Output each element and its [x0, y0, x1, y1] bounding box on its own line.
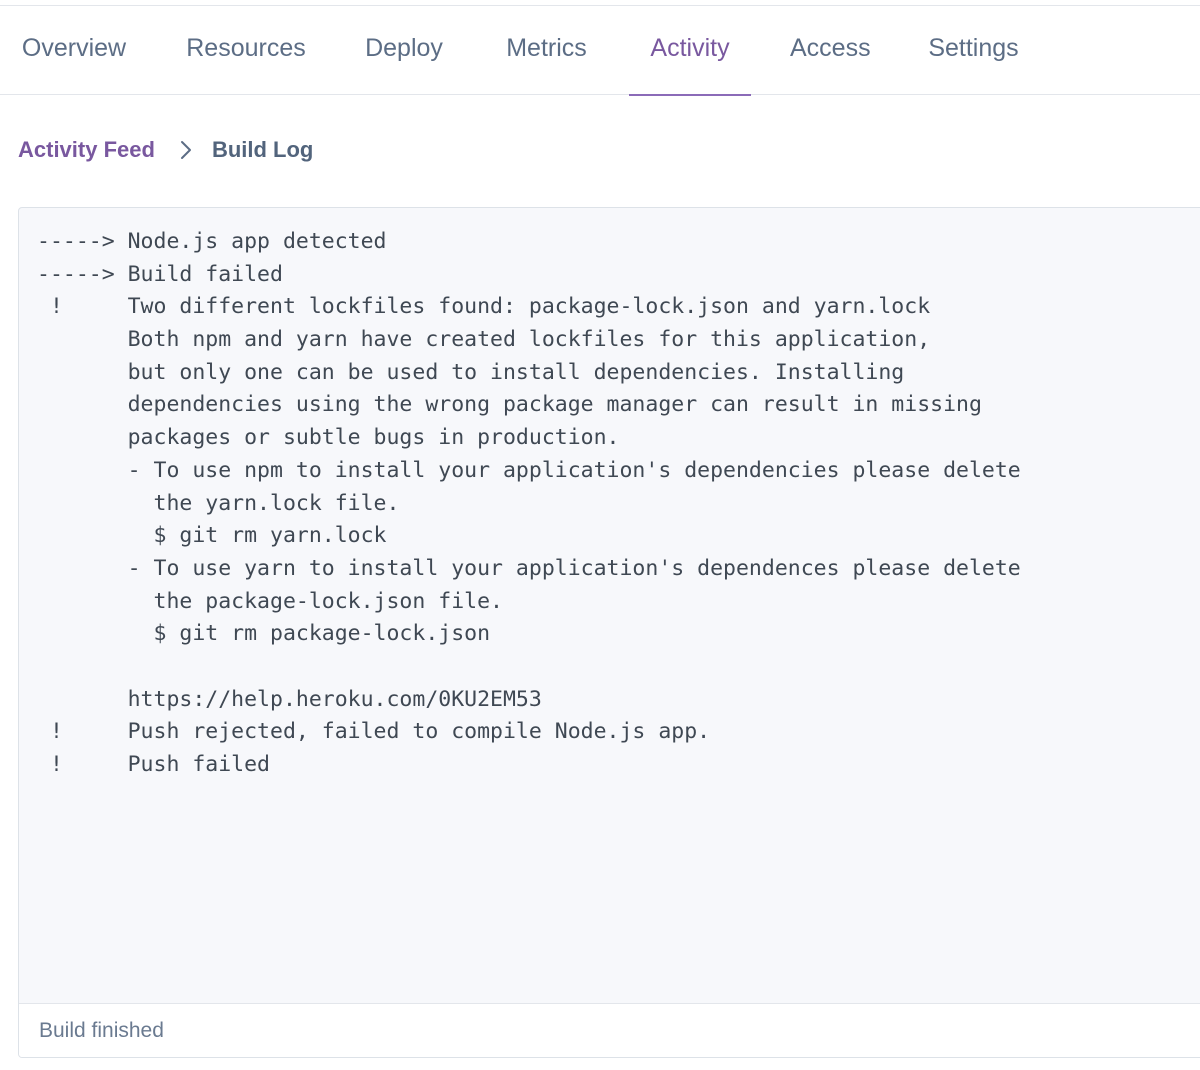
- log-line: ! Push rejected, failed to compile Node.…: [37, 719, 711, 745]
- log-line: but only one can be used to install depe…: [37, 359, 905, 385]
- tab-deploy[interactable]: Deploy: [362, 6, 446, 95]
- log-line: -----> Node.js app detected: [37, 229, 387, 254]
- log-line-help-link: https://help.heroku.com/0KU2EM53: [37, 686, 542, 712]
- chevron-right-icon: [179, 139, 193, 161]
- log-line: the yarn.lock file.: [37, 490, 400, 516]
- build-log-output: -----> Node.js app detected -----> Build …: [37, 226, 1021, 782]
- tab-metrics[interactable]: Metrics: [503, 6, 590, 95]
- log-line: ! Push failed: [37, 752, 270, 777]
- tab-access[interactable]: Access: [790, 6, 871, 95]
- breadcrumb-activity-feed-link[interactable]: Activity Feed: [18, 137, 155, 163]
- log-line: packages or subtle bugs in production.: [37, 425, 620, 451]
- active-tab-indicator: [629, 94, 751, 96]
- log-line: ! Two different lockfiles found: package…: [37, 294, 931, 320]
- log-line: - To use yarn to install your applicatio…: [37, 555, 1021, 581]
- log-line: -----> Build failed: [37, 261, 283, 287]
- app-tabs: Overview Resources Deploy Metrics Activi…: [0, 6, 1200, 96]
- tab-overview[interactable]: Overview: [18, 6, 130, 95]
- build-status: Build finished: [19, 1003, 1200, 1057]
- build-log-panel: -----> Node.js app detected -----> Build …: [18, 207, 1200, 1058]
- log-line: - To use npm to install your application…: [37, 457, 1021, 483]
- log-line: $ git rm package-lock.json: [37, 621, 491, 647]
- log-line: $ git rm yarn.lock: [37, 523, 387, 549]
- breadcrumb-current: Build Log: [211, 137, 314, 162]
- log-line: dependencies using the wrong package man…: [37, 392, 982, 418]
- tab-settings[interactable]: Settings: [926, 6, 1021, 95]
- log-line: Both npm and yarn have created lockfiles…: [37, 327, 931, 353]
- tab-activity-label: Activity: [650, 34, 730, 62]
- tab-activity[interactable]: Activity: [629, 6, 751, 96]
- tab-resources[interactable]: Resources: [186, 6, 306, 95]
- breadcrumb: Activity Feed Build Log: [18, 132, 313, 168]
- log-line: the package-lock.json file.: [37, 588, 503, 614]
